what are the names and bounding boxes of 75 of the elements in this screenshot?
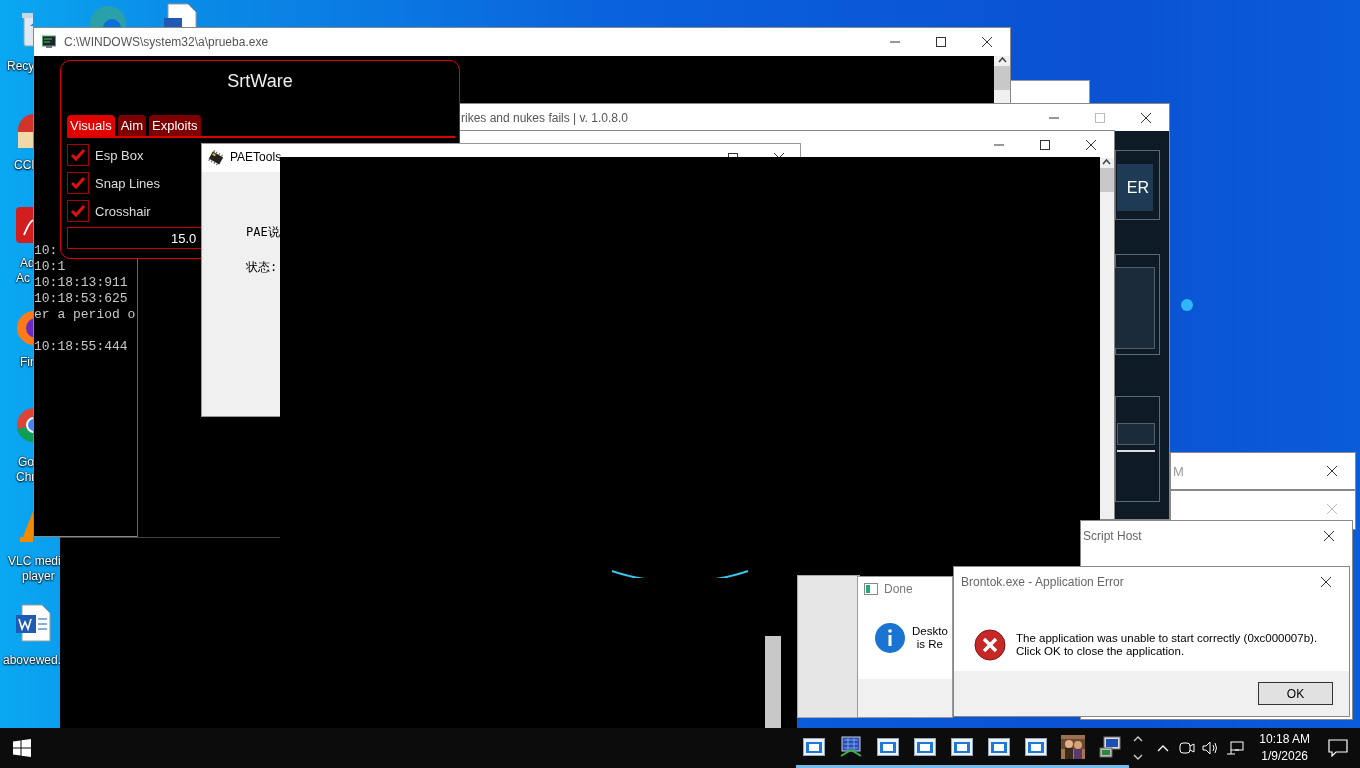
icon-label: Fir [20,355,34,369]
icon-label: Go [18,455,34,469]
console-line: 10: [34,243,58,259]
window-title: Done [884,582,913,596]
ok-button[interactable]: OK [1258,682,1333,705]
windows-logo-icon[interactable] [13,739,31,757]
chevron-up-icon[interactable] [1157,744,1170,752]
window-icon [877,737,900,756]
window-title: Brontok.exe - Application Error [961,575,1124,589]
check-icon [70,204,86,218]
clock[interactable]: 10:18 AM 1/9/2026 [1253,731,1316,765]
tab[interactable]: Exploits [149,115,201,136]
icon-label: CCI [14,158,35,172]
console-line: er a period o [34,307,136,323]
dialog-message: Deskto is Re [912,625,948,651]
console-line: 10:18:53:625 [34,291,128,307]
info-icon [875,623,905,653]
icon-label: Ad [20,256,35,270]
desktop-icon[interactable] [14,603,54,643]
close-icon[interactable] [1086,139,1096,150]
console-icon [42,35,56,49]
close-icon[interactable] [982,37,992,47]
console-line: 10:18:55:444 [34,339,128,355]
window-icon [1025,737,1048,756]
icon-label: Recy [7,59,35,73]
camera-icon[interactable] [1179,741,1196,755]
computer-icon [1098,735,1123,758]
window-icon [951,737,974,756]
option-label: Crosshair [95,203,151,219]
tab[interactable]: Visuals [67,115,115,136]
error-message: The application was unable to start correctly (0xc000007b). Click OK to close the application. [1016,632,1318,658]
panel-frame [1115,150,1160,220]
desktop-icon[interactable] [14,205,33,245]
scroll-thumb[interactable] [994,66,1010,90]
maximize-icon[interactable] [936,37,946,47]
chip-icon [207,150,225,166]
checkbox[interactable] [67,172,89,194]
check-icon [70,148,86,162]
checkbox[interactable] [67,200,89,222]
error-icon [974,629,1006,661]
tab[interactable]: Aim [117,115,147,136]
window-icon [988,737,1011,756]
icon-label: Ac [16,271,30,285]
form-label: 状态: [246,259,279,276]
icon-label: VLC medi [8,554,61,568]
close-icon[interactable] [1321,577,1331,587]
icon-label: abovewed. [3,653,62,667]
window-title: M [1173,463,1184,479]
network-icon[interactable] [1226,741,1245,755]
close-icon[interactable] [1327,466,1337,476]
window-title: PAETools [230,150,282,164]
window-icon [914,737,937,756]
input-field[interactable] [1117,423,1155,445]
network-icon [839,735,864,758]
close-icon[interactable] [1324,531,1334,541]
check-icon [70,176,86,190]
window-title: rikes and nukes fails | v. 1.0.8.0 [461,110,628,125]
window-icon [864,583,878,595]
console-line: 10:18:13:911 [34,275,128,291]
option-label: Esp Box [95,147,144,163]
window-title: C:\WINDOWS\system32\a\prueba.exe [64,35,269,49]
window-icon [803,737,826,756]
checkbox[interactable] [67,144,89,166]
form-label: PAE说 [246,224,281,241]
option-label: Snap Lines [95,175,161,191]
notification-icon[interactable] [1328,739,1348,757]
icon-label: Chr [16,470,36,484]
console-line: 10:1 [34,259,66,275]
icon-label: player [22,569,55,583]
close-icon[interactable] [1141,112,1151,123]
window-title: Script Host [1083,529,1142,543]
action-button[interactable]: ER [1117,164,1153,211]
scrollbar[interactable] [765,636,781,728]
menu-title: SrtWare [226,71,294,92]
maximize-icon[interactable] [1040,139,1050,150]
